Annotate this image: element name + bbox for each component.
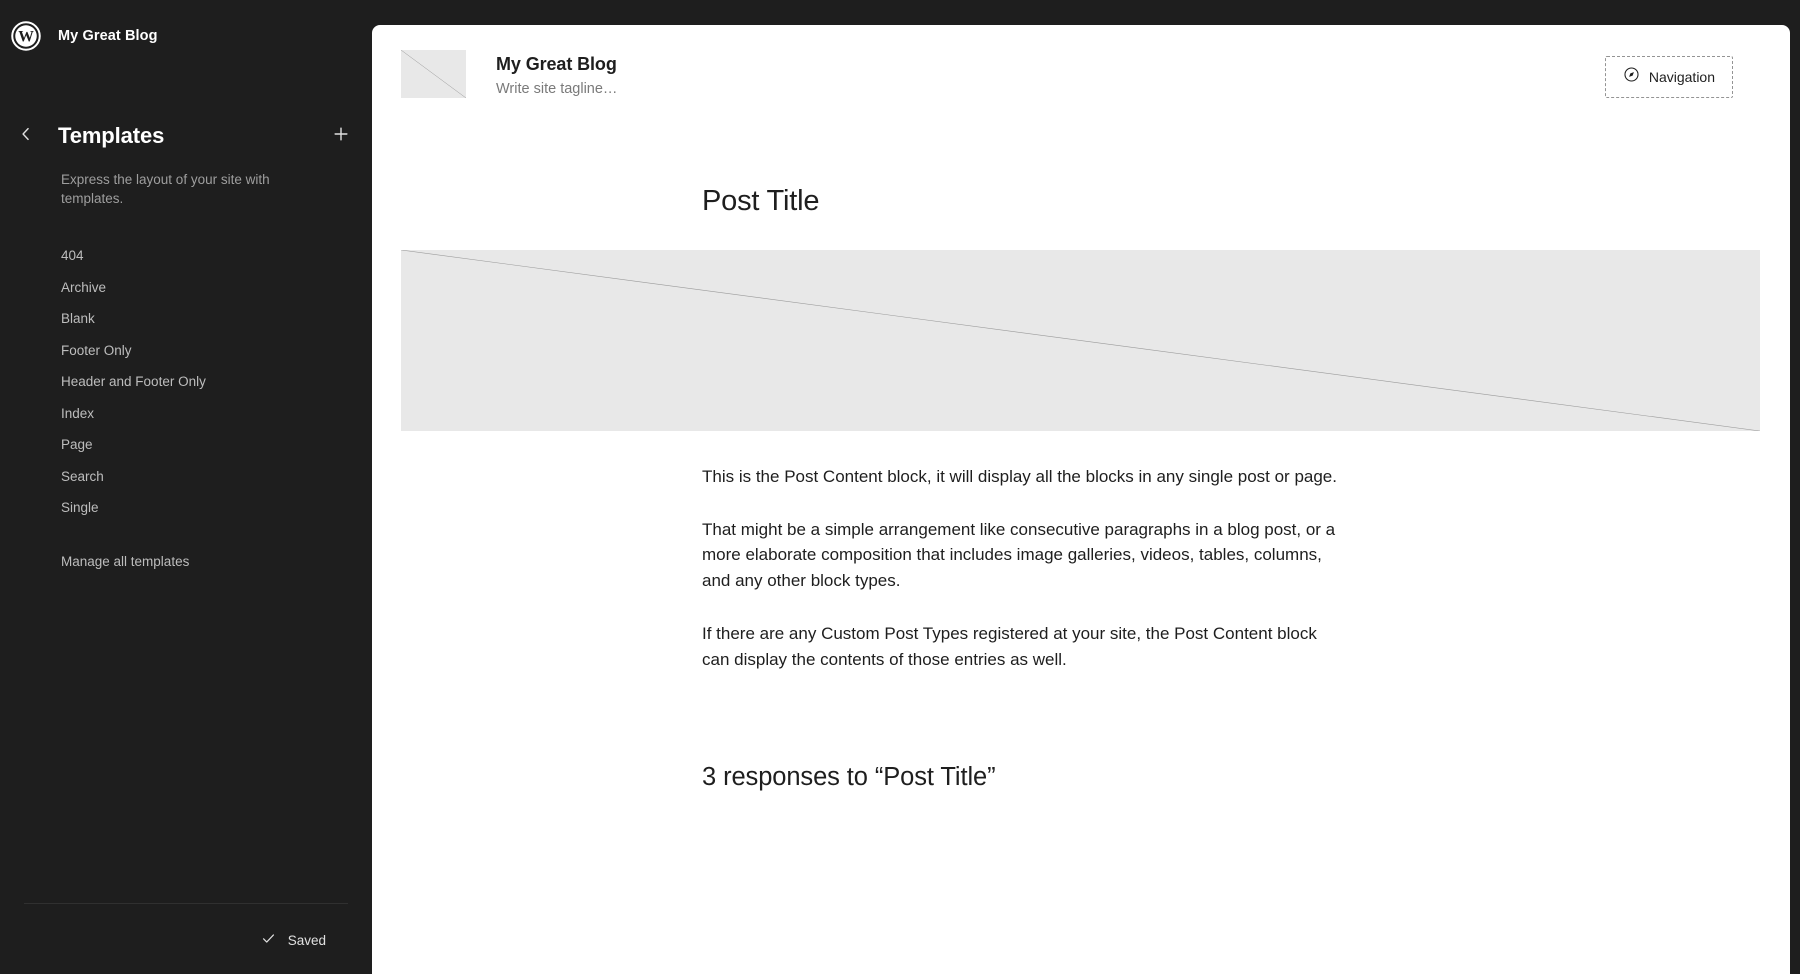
- post-paragraph-1[interactable]: This is the Post Content block, it will …: [702, 464, 1337, 490]
- canvas-wrapper: My Great Blog Write site tagline… Naviga…: [372, 0, 1800, 974]
- site-identity: My Great Blog Write site tagline…: [496, 50, 617, 100]
- site-hub: W My Great Blog: [0, 0, 372, 56]
- compass-navigation-icon: [1623, 66, 1640, 88]
- wordpress-logo-button[interactable]: W: [8, 18, 44, 54]
- template-list: 404 Archive Blank Footer Only Header and…: [0, 240, 372, 524]
- back-button[interactable]: [8, 118, 44, 154]
- page-title: Templates: [58, 122, 165, 148]
- navigation-block-placeholder[interactable]: Navigation: [1604, 56, 1733, 98]
- sidebar-item-single[interactable]: Single: [0, 492, 372, 524]
- sidebar-item-page[interactable]: Page: [0, 429, 372, 461]
- manage-all-templates-link[interactable]: Manage all templates: [0, 546, 372, 578]
- plus-icon: [331, 124, 351, 149]
- sidebar-item-footer-only[interactable]: Footer Only: [0, 335, 372, 367]
- site-editor-app: W My Great Blog Templates Express the la…: [0, 0, 1800, 974]
- sidebar-item-header-and-footer-only[interactable]: Header and Footer Only: [0, 366, 372, 398]
- save-status-label: Saved: [287, 933, 326, 949]
- featured-image-block[interactable]: [401, 249, 1760, 431]
- template-preview-canvas[interactable]: My Great Blog Write site tagline… Naviga…: [372, 25, 1790, 974]
- sidebar-item-index[interactable]: Index: [0, 398, 372, 430]
- site-title-block[interactable]: My Great Blog: [496, 53, 617, 76]
- sidebar-footer: Saved: [0, 903, 372, 974]
- sidebar-item-archive[interactable]: Archive: [0, 272, 372, 304]
- post-content-area: Post Title This is the Post Content bloc…: [372, 183, 1790, 794]
- navigation-block-label: Navigation: [1648, 69, 1715, 85]
- sidebar-item-search[interactable]: Search: [0, 461, 372, 493]
- site-logo-placeholder[interactable]: [401, 50, 466, 98]
- wordpress-logo-icon: W: [11, 21, 41, 51]
- post-content-block[interactable]: This is the Post Content block, it will …: [702, 464, 1337, 673]
- svg-text:W: W: [18, 29, 34, 46]
- post-title-block[interactable]: Post Title: [702, 183, 1790, 221]
- editor-sidebar: W My Great Blog Templates Express the la…: [0, 0, 372, 974]
- footer-divider: [24, 903, 348, 904]
- site-header-block[interactable]: My Great Blog Write site tagline… Naviga…: [372, 25, 1790, 135]
- check-icon: [260, 930, 277, 952]
- panel-description: Express the layout of your site with tem…: [61, 172, 270, 207]
- sidebar-item-404[interactable]: 404: [0, 240, 372, 272]
- post-paragraph-3[interactable]: If there are any Custom Post Types regis…: [702, 621, 1337, 673]
- templates-panel-header: Templates: [0, 116, 372, 156]
- site-tagline-block[interactable]: Write site tagline…: [496, 79, 617, 100]
- chevron-left-icon: [16, 124, 36, 149]
- save-status-button[interactable]: Saved: [24, 930, 348, 952]
- sidebar-item-blank[interactable]: Blank: [0, 303, 372, 335]
- post-paragraph-2[interactable]: That might be a simple arrangement like …: [702, 517, 1337, 594]
- site-hub-title: My Great Blog: [58, 27, 158, 44]
- comments-title-block[interactable]: 3 responses to “Post Title”: [702, 761, 1790, 794]
- add-template-button[interactable]: [324, 119, 358, 153]
